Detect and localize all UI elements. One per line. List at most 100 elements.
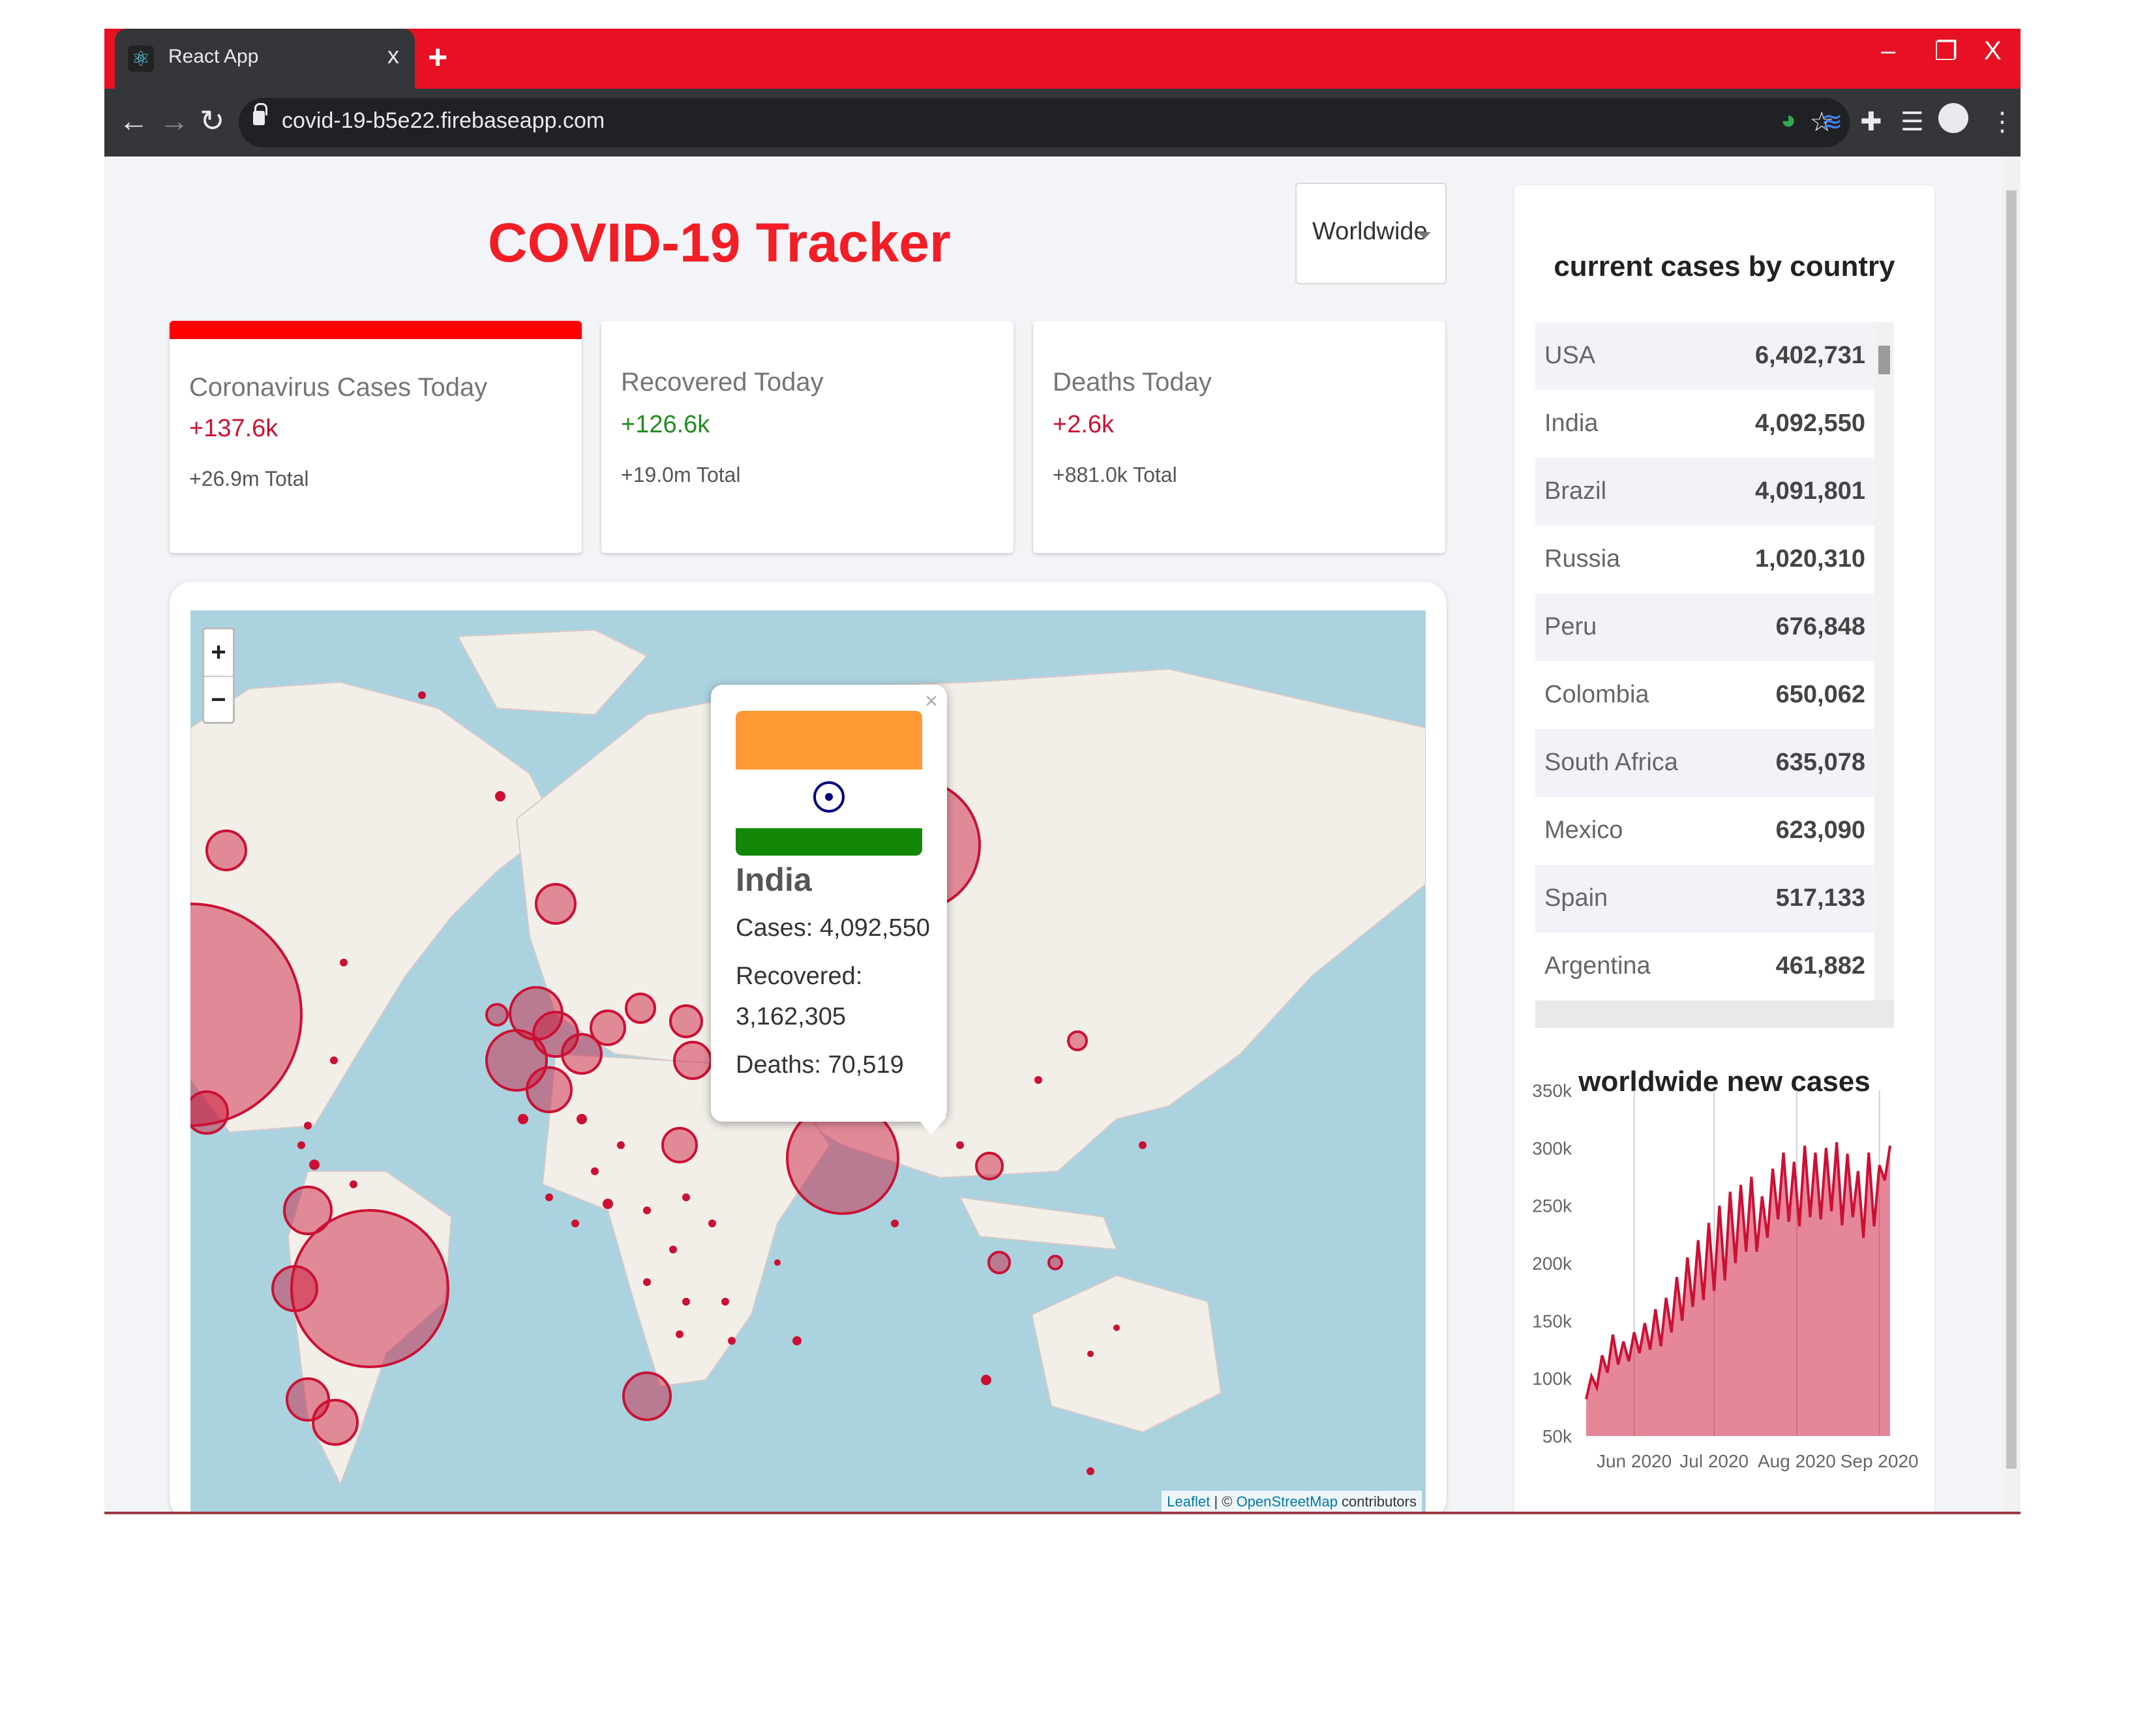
country-circle — [205, 830, 247, 871]
tab-strip: ⚛ React App x + – ❐ X — [104, 29, 2021, 89]
country-dot — [682, 1193, 690, 1201]
page-title: COVID-19 Tracker — [488, 212, 951, 273]
browser-tab[interactable]: ⚛ React App x — [115, 29, 415, 89]
restore-button[interactable]: ❐ — [1934, 37, 1958, 67]
country-name: Argentina — [1544, 952, 1651, 980]
x-tick-label: Aug 2020 — [1758, 1451, 1836, 1471]
country-dot — [1087, 1351, 1094, 1357]
australia-land — [1030, 1274, 1222, 1433]
address-bar[interactable]: covid-19-b5e22.firebaseapp.com ☆ — [239, 98, 1850, 147]
table-row: Brazil 4,091,801 — [1535, 458, 1874, 526]
cases-card[interactable]: Coronavirus Cases Today +137.6k +26.9m T… — [170, 321, 582, 553]
country-dot — [309, 1160, 320, 1170]
country-dot — [571, 1220, 579, 1227]
country-circle — [669, 1004, 703, 1038]
country-dot — [669, 1246, 677, 1253]
country-dot — [1139, 1141, 1147, 1149]
lock-icon — [253, 103, 267, 125]
country-select[interactable]: Worldwide — [1295, 183, 1447, 284]
new-tab-button[interactable]: + — [428, 38, 447, 77]
country-circle — [987, 1251, 1011, 1274]
table-row: USA 6,402,731 — [1535, 322, 1874, 390]
extension-icon[interactable]: ◕ — [1781, 106, 1796, 135]
minimize-button[interactable]: – — [1881, 37, 1895, 66]
country-dot — [1087, 1467, 1094, 1475]
popup-tip — [916, 1116, 947, 1135]
country-cases: 1,020,310 — [1754, 545, 1865, 573]
country-dot — [297, 1141, 305, 1149]
card-total: +881.0k Total — [1053, 463, 1177, 486]
zoom-out-button[interactable]: − — [204, 676, 233, 722]
y-tick-label: 150k — [1532, 1311, 1572, 1331]
country-dot — [340, 959, 348, 966]
x-tick-label: Jul 2020 — [1679, 1451, 1749, 1471]
country-circle — [975, 1152, 1004, 1180]
country-dot — [708, 1220, 716, 1227]
country-circle — [1067, 1030, 1088, 1051]
chart-container: Jun 2020 Jul 2020 Aug 2020 Sep 2020 350k 300k… — [1514, 1059, 1934, 1506]
country-name: USA — [1544, 342, 1596, 369]
new-cases-chart: Jun 2020 Jul 2020 Aug 2020 Sep 2020 350k 300k… — [1532, 1081, 1918, 1471]
scroll-thumb[interactable] — [1878, 346, 1890, 374]
card-value: +137.6k — [189, 415, 278, 442]
country-cases: 623,090 — [1775, 816, 1865, 844]
country-cases: 6,402,731 — [1754, 342, 1865, 369]
card-title: Recovered Today — [621, 368, 824, 397]
extension-icon[interactable]: ≋ — [1821, 107, 1843, 137]
y-tick-label: 300k — [1532, 1138, 1572, 1158]
country-dot — [676, 1330, 684, 1338]
country-name: Russia — [1544, 545, 1621, 573]
zoom-in-button[interactable]: + — [204, 629, 233, 676]
country-dot — [643, 1278, 651, 1286]
y-tick-label: 200k — [1532, 1253, 1572, 1274]
menu-kebab-icon[interactable]: ⋮ — [1989, 107, 2015, 137]
country-table[interactable]: USA 6,402,731 India 4,092,550 Brazil 4,091,80… — [1535, 322, 1874, 1000]
close-window-button[interactable]: X — [1984, 37, 2002, 66]
country-circle — [625, 993, 656, 1024]
recovered-card[interactable]: Recovered Today +126.6k +19.0m Total — [601, 321, 1014, 553]
card-value: +126.6k — [621, 411, 710, 438]
popup-close-button[interactable]: × — [925, 689, 938, 714]
country-popup: × India Cases: 4,092,550 Recovered: 3,16… — [711, 685, 947, 1122]
card-value: +2.6k — [1053, 411, 1115, 438]
country-dot — [1034, 1076, 1042, 1084]
card-total: +26.9m Total — [189, 467, 309, 490]
browser-window: ⚛ React App x + – ❐ X ← → ↻ covid-19-b5e… — [104, 29, 2021, 1513]
table-row: Russia 1,020,310 — [1535, 526, 1874, 593]
page-scrollbar[interactable] — [2002, 157, 2021, 1513]
popup-deaths: Deaths: 70,519 — [736, 1051, 904, 1079]
forward-icon[interactable]: → — [159, 103, 189, 138]
leaflet-link[interactable]: Leaflet — [1167, 1493, 1210, 1510]
table-row: India 4,092,550 — [1535, 390, 1874, 458]
url-text[interactable]: covid-19-b5e22.firebaseapp.com — [282, 108, 605, 134]
media-queue-icon[interactable]: ☰ — [1901, 107, 1924, 137]
table-row: Argentina 461,882 — [1535, 933, 1874, 1000]
page-scroll-thumb[interactable] — [2006, 190, 2017, 1469]
extensions-puzzle-icon[interactable]: ✚ — [1860, 107, 1882, 137]
country-name: Colombia — [1544, 681, 1649, 708]
country-dot — [304, 1122, 312, 1130]
tab-title: React App — [168, 46, 259, 67]
country-dot — [545, 1193, 553, 1201]
table-row: Mexico 623,090 — [1535, 797, 1874, 865]
country-dot — [418, 691, 426, 699]
popup-recovered-label: Recovered: — [736, 963, 863, 990]
country-circle — [673, 1041, 712, 1080]
deaths-card[interactable]: Deaths Today +2.6k +881.0k Total — [1033, 321, 1445, 553]
table-horizontal-scrollbar[interactable] — [1535, 1000, 1894, 1028]
back-icon[interactable]: ← — [119, 103, 149, 138]
country-dot — [495, 791, 505, 801]
ashoka-chakra-icon — [813, 781, 845, 813]
reload-icon[interactable]: ↻ — [200, 103, 225, 138]
table-scrollbar[interactable] — [1874, 322, 1894, 1000]
country-name: Spain — [1544, 884, 1608, 912]
map-attribution: Leaflet | © OpenStreetMap contributors — [1162, 1491, 1422, 1513]
country-dot — [728, 1337, 736, 1345]
table-row: Spain 517,133 — [1535, 865, 1874, 933]
profile-avatar[interactable] — [1938, 103, 1968, 133]
osm-link[interactable]: OpenStreetMap — [1237, 1493, 1338, 1510]
popup-cases: Cases: 4,092,550 — [736, 914, 930, 942]
country-name: Mexico — [1544, 816, 1623, 844]
tab-close-button[interactable]: x — [387, 42, 399, 69]
card-total: +19.0m Total — [621, 463, 741, 486]
